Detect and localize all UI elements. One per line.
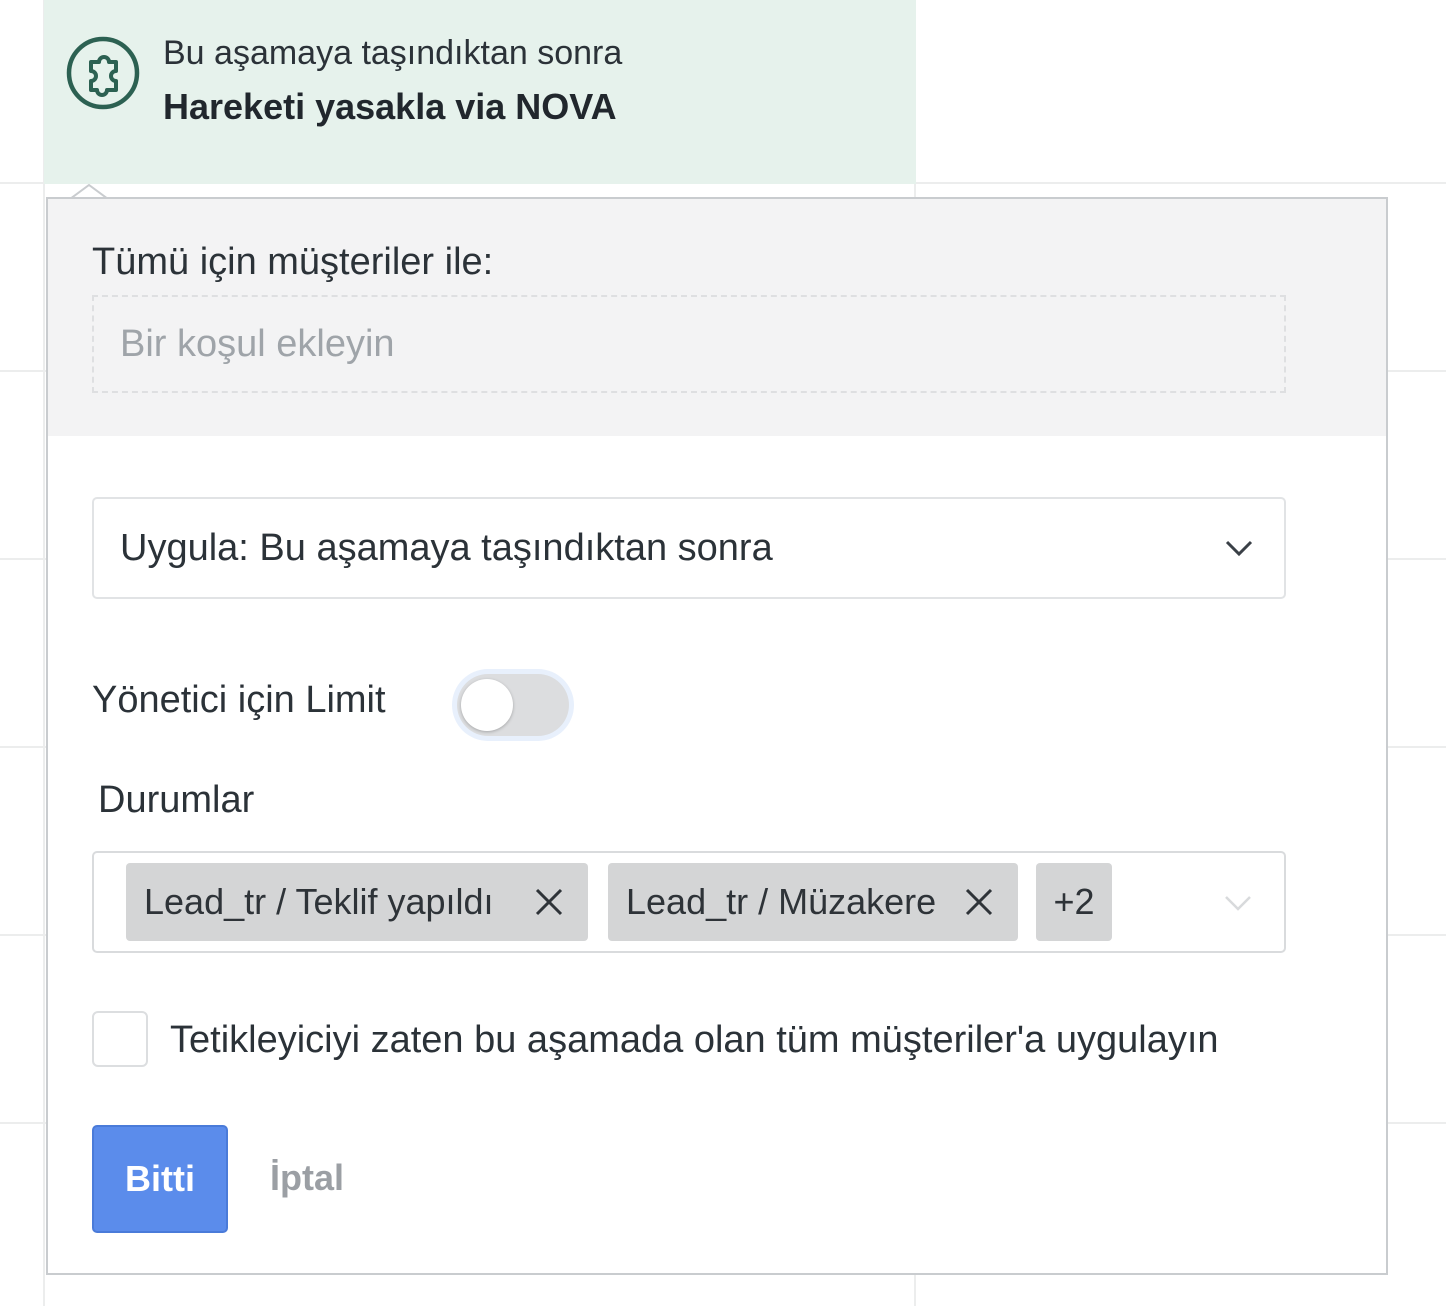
grid-line bbox=[1388, 934, 1446, 936]
cancel-button[interactable]: İptal bbox=[270, 1157, 344, 1199]
grid-line bbox=[914, 1274, 916, 1306]
grid-line bbox=[1388, 1122, 1446, 1124]
apply-existing-checkbox[interactable] bbox=[92, 1011, 148, 1067]
status-chip-label: Lead_tr / Teklif yapıldı bbox=[144, 881, 494, 922]
status-chip: Lead_tr / Teklif yapıldı bbox=[126, 863, 588, 941]
grid-line bbox=[0, 1122, 46, 1124]
chevron-down-icon bbox=[1225, 540, 1253, 557]
grid-line bbox=[0, 558, 46, 560]
trigger-subtitle: Bu aşamaya taşındıktan sonra bbox=[163, 34, 623, 72]
done-button[interactable]: Bitti bbox=[92, 1125, 228, 1233]
grid-line bbox=[0, 370, 46, 372]
trigger-settings-popup: Tümü için müşteriler ile: Bir koşul ekle… bbox=[46, 197, 1388, 1275]
status-chip-label: Lead_tr / Müzakere bbox=[626, 881, 937, 922]
grid-line bbox=[0, 934, 46, 936]
grid-line bbox=[1388, 746, 1446, 748]
chevron-down-icon[interactable] bbox=[1224, 893, 1252, 913]
manager-limit-toggle[interactable] bbox=[452, 669, 574, 741]
trigger-title: Hareketi yasakla via NOVA bbox=[163, 86, 617, 127]
apply-timing-value: Uygula: Bu aşamaya taşındıktan sonra bbox=[120, 527, 773, 569]
puzzle-icon bbox=[66, 36, 140, 110]
grid-line bbox=[1388, 370, 1446, 372]
toggle-track bbox=[457, 674, 569, 736]
apply-existing-label: Tetikleyiciyi zaten bu aşamada olan tüm … bbox=[170, 1019, 1219, 1061]
close-icon[interactable] bbox=[534, 887, 564, 917]
close-icon[interactable] bbox=[964, 887, 994, 917]
grid-line bbox=[1388, 558, 1446, 560]
manager-limit-label: Yönetici için Limit bbox=[92, 679, 386, 721]
add-condition-field[interactable]: Bir koşul ekleyin bbox=[92, 295, 1286, 393]
apply-timing-select[interactable]: Uygula: Bu aşamaya taşındıktan sonra bbox=[92, 497, 1286, 599]
status-chip: Lead_tr / Müzakere bbox=[608, 863, 1018, 941]
grid-line bbox=[0, 182, 44, 184]
statuses-multiselect[interactable]: Lead_tr / Teklif yapıldı Lead_tr / Müzak… bbox=[92, 851, 1286, 953]
grid-line bbox=[916, 182, 1446, 184]
clients-label: Tümü için müşteriler ile: bbox=[92, 241, 494, 283]
condition-section: Tümü için müşteriler ile: Bir koşul ekle… bbox=[48, 199, 1386, 436]
grid-line bbox=[0, 746, 46, 748]
statuses-label: Durumlar bbox=[98, 779, 255, 821]
toggle-knob bbox=[461, 679, 513, 731]
more-statuses-badge[interactable]: +2 bbox=[1036, 863, 1112, 941]
grid-line bbox=[43, 0, 45, 1306]
